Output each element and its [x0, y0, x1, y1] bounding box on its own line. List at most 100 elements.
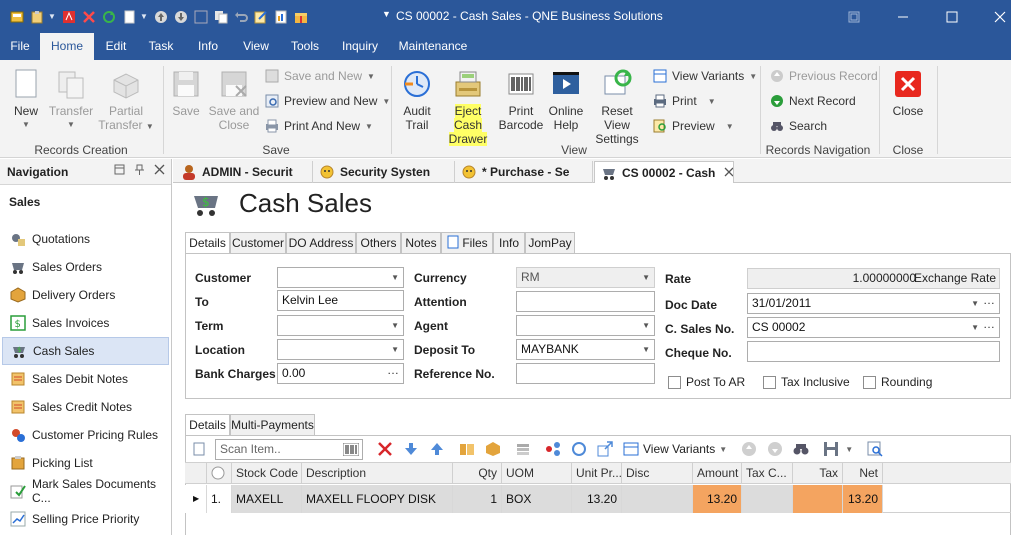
col-description[interactable]: Description [302, 463, 453, 484]
scan-icon[interactable] [192, 8, 210, 26]
previous-record-button[interactable]: Previous Record [770, 67, 878, 85]
save-layout-icon[interactable] [823, 441, 839, 457]
agent-select[interactable]: ▼ [516, 315, 655, 336]
sidebar-item-picking-list[interactable]: Picking List [0, 449, 171, 477]
scan-item-input[interactable]: Scan Item.. [215, 438, 363, 460]
cell-amount[interactable]: 13.20 [693, 485, 742, 513]
chevron-down-icon[interactable]: ▼ [971, 318, 979, 337]
tax-inclusive-checkbox[interactable]: Tax Inclusive [763, 375, 850, 389]
next-record-button[interactable]: Next Record [770, 92, 856, 110]
tab-home[interactable]: Home [40, 33, 94, 60]
tab-tools[interactable]: Tools [280, 33, 330, 60]
ellipsis-icon[interactable]: … [387, 361, 399, 380]
barcode-icon[interactable] [342, 442, 360, 459]
move-down-icon[interactable] [403, 441, 419, 457]
tab-inquiry[interactable]: Inquiry [330, 33, 390, 60]
attention-input[interactable] [516, 291, 655, 312]
doc-date-picker[interactable]: 31/01/2011 ▼… [747, 293, 1000, 314]
close-window-button[interactable] [977, 0, 1011, 33]
col-qty[interactable]: Qty [453, 463, 502, 484]
transfer-button[interactable]: Transfer ▼ [48, 68, 94, 132]
print-and-new-button[interactable]: Print And New ▼ [265, 117, 373, 135]
maximize-button[interactable] [929, 0, 975, 33]
cheque-no-input[interactable] [747, 341, 1000, 362]
items-icon[interactable] [459, 441, 475, 457]
chevron-down-icon[interactable]: ▼ [971, 294, 979, 313]
select-all-header[interactable] [207, 463, 232, 484]
print-button[interactable]: Print ▼ [653, 92, 716, 110]
binoculars-icon[interactable] [793, 441, 809, 457]
doc-tab-security-system[interactable]: Security Systen [313, 161, 455, 183]
tab-jompay[interactable]: JomPay [525, 232, 575, 254]
arrow-down-circle-icon[interactable] [172, 8, 190, 26]
rate-input[interactable]: 1.00000000 Exchange Rate [747, 268, 1000, 289]
new-row-icon[interactable] [191, 441, 207, 457]
cell-description[interactable]: MAXELL FLOOPY DISK [302, 485, 453, 513]
gift-icon[interactable] [292, 8, 310, 26]
save-and-close-button[interactable]: Save and Close [208, 68, 260, 132]
ellipsis-icon[interactable]: … [983, 291, 995, 310]
title-caret-icon[interactable]: ▼ [382, 9, 391, 19]
tab-task[interactable]: Task [138, 33, 184, 60]
reset-view-settings-button[interactable]: Reset View Settings [588, 68, 646, 146]
eject-cash-drawer-button[interactable]: Eject Cash Drawer [440, 68, 496, 146]
tab-details[interactable]: Details [185, 232, 230, 254]
search-button[interactable]: Search [770, 117, 827, 135]
sidebar-item-mark-sales-documents[interactable]: Mark Sales Documents C... [0, 477, 171, 505]
cell-stock-code[interactable]: MAXELL [232, 485, 302, 513]
arrow-up-circle-icon[interactable] [152, 8, 170, 26]
tab-files[interactable]: Files [441, 232, 493, 254]
col-disc[interactable]: Disc [622, 463, 693, 484]
box-icon[interactable] [485, 441, 501, 457]
customer-select[interactable]: ▼ [277, 267, 404, 288]
pin-icon[interactable] [134, 164, 145, 178]
col-tax[interactable]: Tax [793, 463, 843, 484]
report-icon[interactable] [272, 8, 290, 26]
tab-details-lines[interactable]: Details [185, 414, 230, 436]
post-to-ar-checkbox[interactable]: Post To AR [668, 375, 745, 389]
bank-charges-input[interactable]: 0.00… [277, 363, 404, 384]
sidebar-item-selling-price-priority[interactable]: Selling Price Priority [0, 505, 171, 533]
chevron-down-icon[interactable]: ▼ [48, 12, 58, 21]
col-stock-code[interactable]: Stock Code [232, 463, 302, 484]
sidebar-item-sales-credit-notes[interactable]: Sales Credit Notes [0, 393, 171, 421]
col-amount[interactable]: Amount [693, 463, 742, 484]
chevron-down-icon[interactable]: ▼ [140, 12, 150, 21]
cell-disc[interactable] [622, 485, 693, 513]
pdf-icon[interactable] [60, 8, 78, 26]
tab-view[interactable]: View [232, 33, 280, 60]
term-select[interactable]: ▼ [277, 315, 404, 336]
tab-customer[interactable]: Customer [230, 232, 286, 254]
tab-info[interactable]: Info [493, 232, 525, 254]
currency-select[interactable]: RM ▼ [516, 267, 655, 288]
cell-qty[interactable]: 1 [453, 485, 502, 513]
view-variants-button[interactable]: View Variants ▼ [653, 67, 757, 85]
sidebar-item-sales-debit-notes[interactable]: Sales Debit Notes [0, 365, 171, 393]
tab-multi-payments[interactable]: Multi-Payments [230, 414, 315, 436]
c-sales-no-select[interactable]: CS 00002 ▼… [747, 317, 1000, 338]
col-net[interactable]: Net [843, 463, 883, 484]
close-icon[interactable] [154, 164, 165, 178]
view-variants-dropdown[interactable]: View Variants ▼ [623, 441, 727, 457]
tab-file[interactable]: File [0, 33, 40, 60]
undo-icon[interactable] [232, 8, 250, 26]
minimize-button[interactable] [880, 0, 926, 33]
sidebar-item-delivery-orders[interactable]: Delivery Orders [0, 281, 171, 309]
copy-icon[interactable] [212, 8, 230, 26]
cell-tax[interactable] [793, 485, 843, 513]
save-and-new-button[interactable]: Save and New ▼ [265, 67, 375, 85]
cell-net[interactable]: 13.20 [843, 485, 883, 513]
ellipsis-icon[interactable]: … [983, 315, 995, 334]
tab-notes[interactable]: Notes [401, 232, 441, 254]
new-doc-icon[interactable] [120, 8, 138, 26]
refresh-icon[interactable] [100, 8, 118, 26]
col-tax-code[interactable]: Tax C... [742, 463, 793, 484]
preview-and-new-button[interactable]: Preview and New ▼ [265, 92, 390, 110]
new-window-icon[interactable] [114, 164, 125, 178]
to-input[interactable]: Kelvin Lee [277, 290, 404, 311]
sync-icon[interactable] [571, 441, 587, 457]
export-icon[interactable] [597, 441, 613, 457]
sidebar-item-sales-orders[interactable]: Sales Orders [0, 253, 171, 281]
stack-icon[interactable] [515, 441, 531, 457]
exchange-rate-label[interactable]: Exchange Rate [914, 269, 996, 288]
